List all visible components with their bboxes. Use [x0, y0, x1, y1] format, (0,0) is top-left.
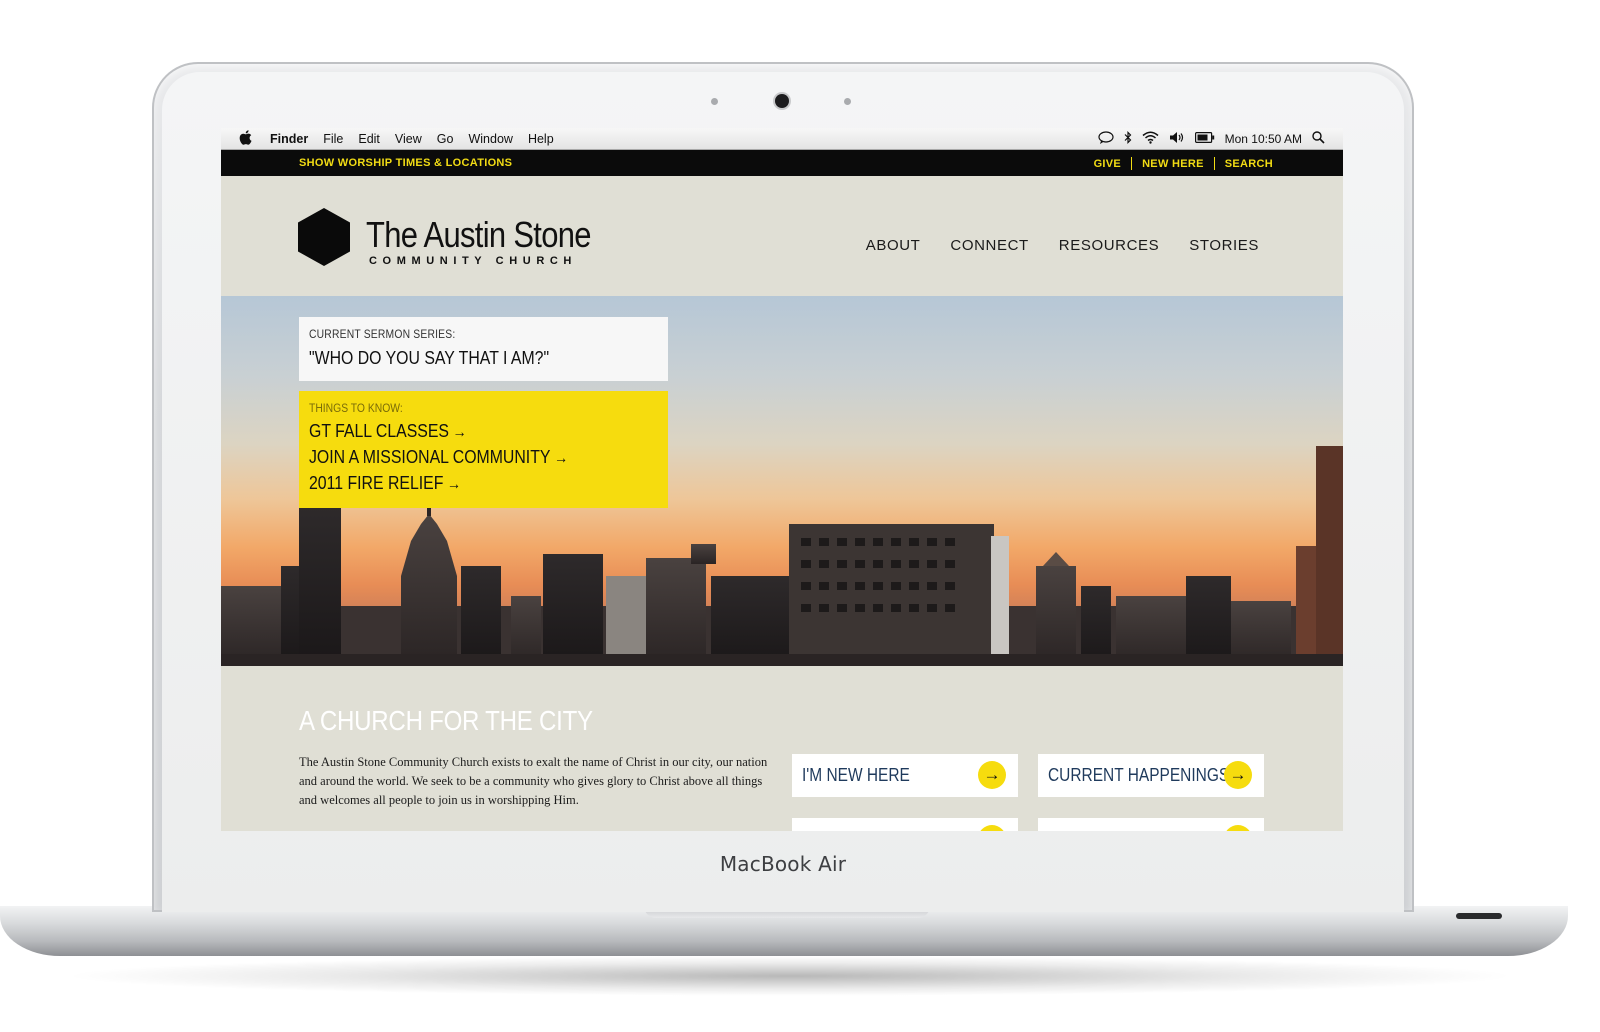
arrow-circle-icon — [1224, 825, 1252, 831]
missional-community-link[interactable]: JOIN A MISSIONAL COMMUNITY → — [309, 447, 568, 468]
cta-label: CURRENT HAPPENINGS — [1048, 765, 1230, 785]
site-header: The Austin Stone COMMUNITY CHURCH ABOUT … — [221, 176, 1343, 296]
bluetooth-icon[interactable] — [1124, 130, 1132, 147]
mac-menubar: Finder File Edit View Go Window Help Mon… — [221, 128, 1343, 150]
utility-bar: SHOW WORSHIP TIMES & LOCATIONS GIVE NEW … — [221, 150, 1343, 176]
link-text: GT FALL CLASSES — [309, 421, 449, 441]
intro-section: A CHURCH FOR THE CITY The Austin Stone C… — [221, 666, 1343, 831]
new-here-link[interactable]: NEW HERE — [1142, 158, 1204, 170]
ambient-light-sensor — [711, 98, 718, 105]
search-link[interactable]: SEARCH — [1225, 158, 1273, 170]
screen: Finder File Edit View Go Window Help Mon… — [221, 128, 1343, 831]
cta-label: I'M NEW HERE — [802, 765, 910, 785]
menu-help[interactable]: Help — [528, 132, 554, 146]
section-heading: A CHURCH FOR THE CITY — [299, 705, 593, 736]
sermon-title[interactable]: "WHO DO YOU SAY THAT I AM?" — [309, 348, 549, 369]
nav-resources[interactable]: RESOURCES — [1059, 237, 1159, 254]
menu-edit[interactable]: Edit — [358, 132, 380, 146]
laptop-shadow — [60, 956, 1520, 996]
nav-stories[interactable]: STORIES — [1189, 237, 1259, 254]
things-to-know-label: THINGS TO KNOW: — [309, 403, 403, 415]
menu-file[interactable]: File — [323, 132, 343, 146]
spotlight-icon[interactable] — [1312, 130, 1325, 147]
arrow-right-icon: → — [452, 424, 467, 441]
link-text: 2011 FIRE RELIEF — [309, 473, 444, 493]
camera-icon — [775, 94, 789, 108]
link-text: JOIN A MISSIONAL COMMUNITY — [309, 447, 551, 467]
cta-button-partial[interactable] — [792, 818, 1018, 831]
apple-logo-icon[interactable] — [239, 129, 252, 148]
divider — [1213, 157, 1215, 170]
menubar-status-area: Mon 10:50 AM — [1098, 130, 1325, 147]
arrow-circle-icon — [978, 825, 1006, 831]
divider — [1131, 157, 1133, 170]
logo-name[interactable]: The Austin Stone — [366, 214, 591, 256]
hero-banner: CURRENT SERMON SERIES: "WHO DO YOU SAY T… — [221, 296, 1343, 666]
menubar-clock[interactable]: Mon 10:50 AM — [1225, 132, 1302, 146]
wifi-icon[interactable] — [1142, 131, 1159, 147]
arrow-right-icon: → — [446, 476, 462, 493]
volume-icon[interactable] — [1169, 131, 1185, 147]
laptop-port — [1456, 913, 1502, 919]
intro-paragraph: The Austin Stone Community Church exists… — [299, 755, 768, 807]
arrow-circle-icon: → — [1224, 761, 1252, 789]
battery-icon[interactable] — [1194, 131, 1215, 146]
menu-finder[interactable]: Finder — [270, 132, 308, 146]
main-nav: ABOUT CONNECT RESOURCES STORIES — [866, 237, 1259, 254]
utility-links: GIVE NEW HERE SEARCH — [1094, 157, 1273, 170]
menu-go[interactable]: Go — [437, 132, 454, 146]
gt-fall-classes-link[interactable]: GT FALL CLASSES → — [309, 421, 467, 442]
logo-subtitle: COMMUNITY CHURCH — [369, 255, 577, 267]
give-link[interactable]: GIVE — [1094, 158, 1122, 170]
new-here-button[interactable]: I'M NEW HERE → — [792, 754, 1018, 797]
chat-bubble-icon[interactable] — [1098, 130, 1114, 147]
arrow-circle-icon: → — [978, 761, 1006, 789]
cta-button-partial[interactable] — [1038, 818, 1264, 831]
things-to-know-card: THINGS TO KNOW: GT FALL CLASSES → JOIN A … — [299, 391, 668, 508]
hexagon-logo-icon[interactable] — [298, 208, 350, 266]
worship-times-link[interactable]: SHOW WORSHIP TIMES & LOCATIONS — [299, 157, 512, 169]
sermon-label: CURRENT SERMON SERIES: — [309, 329, 456, 341]
menu-window[interactable]: Window — [468, 132, 512, 146]
current-happenings-button[interactable]: CURRENT HAPPENINGS → — [1038, 754, 1264, 797]
camera-indicator — [844, 98, 851, 105]
sermon-series-card[interactable]: CURRENT SERMON SERIES: "WHO DO YOU SAY T… — [299, 317, 668, 381]
device-label: MacBook Air — [719, 852, 847, 876]
menu-view[interactable]: View — [395, 132, 422, 146]
nav-connect[interactable]: CONNECT — [950, 237, 1028, 254]
fire-relief-link[interactable]: 2011 FIRE RELIEF → — [309, 473, 461, 494]
arrow-right-icon: → — [553, 450, 569, 467]
nav-about[interactable]: ABOUT — [866, 237, 921, 254]
